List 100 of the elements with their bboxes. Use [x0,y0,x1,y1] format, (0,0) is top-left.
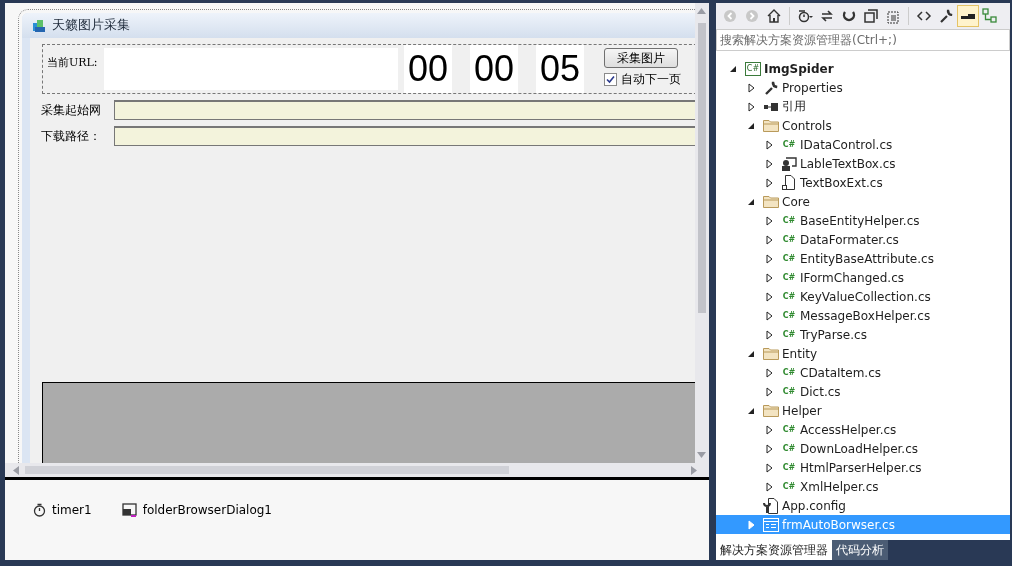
tree-item[interactable]: C# IDataControl.cs [716,135,1010,154]
panel-tab[interactable]: 代码分析 [832,540,888,560]
form-title: 天籁图片采集 [52,17,130,34]
tree-item[interactable]: TextBoxExt.cs [716,173,1010,192]
tree-item[interactable]: C# AccessHelper.cs [716,420,1010,439]
collapsed-icon[interactable] [747,101,755,112]
tree-item[interactable]: Controls [716,116,1010,135]
stopwatch-icon [33,503,46,517]
countdown-digits: 00 [404,45,452,93]
tree-label: Controls [782,118,832,133]
wrench-icon [764,80,778,95]
collapsed-icon[interactable] [765,215,773,226]
expanded-icon[interactable] [747,121,755,130]
tree-item[interactable]: 引用 [716,97,1010,116]
expanded-icon[interactable] [729,64,737,73]
collapsed-icon[interactable] [765,253,773,264]
collapsed-icon[interactable] [765,443,773,454]
tree-label: AccessHelper.cs [800,422,897,437]
pin-icon[interactable] [958,6,978,26]
tree-label: Dict.cs [800,384,841,399]
collapsed-icon[interactable] [765,386,773,397]
component-label[interactable]: folderBrowserDialog1 [142,503,272,517]
tree-item[interactable]: C# CDataItem.cs [716,363,1010,382]
tree-label: DownLoadHelper.cs [800,441,919,456]
panel-tab[interactable]: 解决方案资源管理器 [716,540,832,560]
tree-item[interactable]: C# BaseEntityHelper.cs [716,211,1010,230]
checkbox-label: 自动下一页 [621,71,681,88]
checkbox[interactable] [604,73,617,86]
collapsed-icon[interactable] [765,310,773,321]
tree-item[interactable]: C# DataFormater.cs [716,230,1010,249]
form-icon [763,517,779,532]
file-type-icon: C# [782,367,796,378]
tree-item[interactable]: C# XmlHelper.cs [716,477,1010,496]
tree-item[interactable]: Entity [716,344,1010,363]
tree-item[interactable]: C# KeyValueCollection.cs [716,287,1010,306]
tree-item[interactable]: C# Dict.cs [716,382,1010,401]
expanded-icon[interactable] [747,197,755,206]
collapsed-icon[interactable] [747,82,755,93]
tree-item[interactable]: C# TryParse.cs [716,325,1010,344]
expanded-icon[interactable] [747,349,755,358]
tree-label: frmAutoBorwser.cs [782,517,895,532]
collapse-icon[interactable] [861,6,881,26]
file-type-icon: C# [782,215,796,226]
file-type-icon: C# [782,253,796,264]
tree-item[interactable]: C# ImgSpider [716,59,1010,78]
file-type-icon: C# [782,329,796,340]
collapsed-icon[interactable] [765,234,773,245]
dialog-icon [121,503,137,517]
folder-icon [763,347,779,360]
file-type-icon: C# [782,291,796,302]
capture-button[interactable]: 采集图片 [604,48,678,68]
file-type-icon: C# [782,234,796,245]
references-icon [764,101,778,112]
tree-item[interactable]: App.config [716,496,1010,515]
tree-item[interactable]: Properties [716,78,1010,97]
collapsed-icon[interactable] [765,272,773,283]
collapsed-icon[interactable] [765,177,773,188]
tree-label: IDataControl.cs [800,137,893,152]
collapsed-icon[interactable] [765,462,773,473]
tree-item[interactable]: Helper [716,401,1010,420]
tree-label: IFormChanged.cs [800,270,904,285]
field-label: 下载路径： [41,127,102,145]
tree-item[interactable]: C# IFormChanged.cs [716,268,1010,287]
tree-item[interactable]: LableTextBox.cs [716,154,1010,173]
folder-icon [763,119,779,132]
tree-item[interactable]: Core [716,192,1010,211]
file-type-icon: C# [782,310,796,321]
tree-label: HtmlParserHelper.cs [800,460,922,475]
input-field[interactable] [114,100,695,120]
file-type-icon: C# [782,272,796,283]
tree-item[interactable]: C# HtmlParserHelper.cs [716,458,1010,477]
collapsed-icon[interactable] [765,329,773,340]
file-type-icon: C# [782,386,796,397]
collapsed-icon[interactable] [765,424,773,435]
project-icon: C# [744,61,762,76]
tree-label: App.config [782,498,846,513]
collapsed-icon[interactable] [765,367,773,378]
tree-label: Core [782,194,810,209]
tree-label: BaseEntityHelper.cs [800,213,920,228]
tree-item[interactable]: C# MessageBoxHelper.cs [716,306,1010,325]
diagram-icon[interactable] [980,6,1000,26]
collapsed-icon[interactable] [765,158,773,169]
tree-label: 引用 [782,98,806,115]
file-icon [782,175,796,190]
search-field[interactable]: 搜索解决方案资源管理器(Ctrl+;) [716,29,1010,51]
input-field[interactable] [114,126,695,146]
file-type-icon: C# [782,443,796,454]
tree-item[interactable]: C# DownLoadHelper.cs [716,439,1010,458]
expanded-icon[interactable] [747,406,755,415]
component-label[interactable]: timer1 [52,503,92,517]
collapsed-icon[interactable] [765,291,773,302]
tree-label: ImgSpider [764,61,834,76]
tree-item[interactable]: C# EntityBaseAttribute.cs [716,249,1010,268]
collapsed-icon[interactable] [765,139,773,150]
user-control-icon [781,156,797,171]
tree-label: MessageBoxHelper.cs [800,308,931,323]
tree-label: LableTextBox.cs [800,156,896,171]
collapsed-icon[interactable] [765,481,773,492]
url-label: 当前URL: [46,55,99,71]
tree-label: TextBoxExt.cs [800,175,883,190]
